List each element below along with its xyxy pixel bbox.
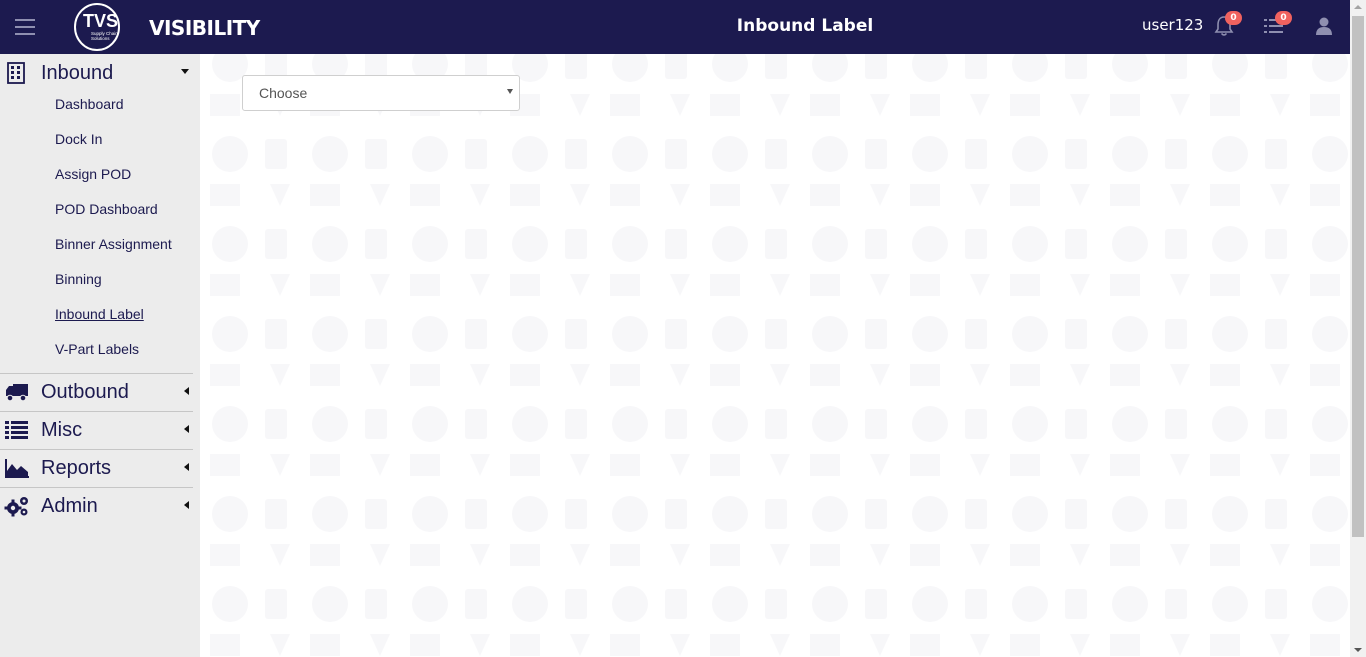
- username[interactable]: user123: [1142, 16, 1203, 34]
- area-chart-icon: [5, 459, 29, 478]
- brand-name: VISIBILITY: [149, 16, 260, 40]
- sidebar-section-misc[interactable]: Misc: [0, 412, 193, 449]
- sidebar-section-label: Misc: [41, 419, 83, 441]
- gears-icon: [4, 497, 28, 517]
- building-icon: [7, 62, 25, 84]
- caret-down-icon: [181, 69, 189, 74]
- sidebar-item-v-part-labels[interactable]: V-Part Labels: [55, 341, 139, 357]
- sidebar-section-label: Outbound: [41, 381, 129, 403]
- sidebar-section-inbound[interactable]: Inbound: [0, 55, 193, 92]
- caret-left-icon: [184, 463, 189, 471]
- main-content: Choose: [200, 54, 1350, 657]
- sidebar-item-binner-assignment[interactable]: Binner Assignment: [55, 236, 172, 252]
- sidebar-section-label: Admin: [41, 495, 98, 517]
- scroll-up-icon[interactable]: [1354, 5, 1362, 9]
- caret-left-icon: [184, 501, 189, 509]
- page-scrollbar[interactable]: [1350, 0, 1366, 657]
- sidebar-item-dock-in[interactable]: Dock In: [55, 131, 102, 147]
- sidebar-item-assign-pod[interactable]: Assign POD: [55, 166, 131, 182]
- user-icon[interactable]: [1315, 16, 1333, 36]
- background-icon-pattern: [200, 54, 1350, 657]
- sidebar-section-reports[interactable]: Reports: [0, 450, 193, 487]
- sidebar-section-label: Inbound: [41, 62, 114, 84]
- list-icon: [5, 421, 28, 439]
- notification-badge: 0: [1225, 11, 1242, 25]
- dropdown-arrow-icon: [507, 89, 513, 94]
- tvs-logo: TVS Supply Chain Solutions: [74, 3, 120, 51]
- sidebar-item-inbound-label[interactable]: Inbound Label: [55, 306, 144, 322]
- sidebar-section-label: Reports: [41, 457, 112, 479]
- scroll-down-icon[interactable]: [1354, 648, 1362, 652]
- page-title: Inbound Label: [736, 16, 874, 36]
- select-value: Choose: [259, 85, 308, 101]
- svg-text:Solutions: Solutions: [91, 36, 110, 41]
- truck-icon: [6, 384, 28, 402]
- caret-left-icon: [184, 387, 189, 395]
- caret-left-icon: [184, 425, 189, 433]
- scrollbar-thumb[interactable]: [1352, 16, 1364, 537]
- label-type-select[interactable]: Choose: [242, 75, 520, 111]
- sidebar: Inbound Dashboard Dock In Assign POD POD…: [0, 54, 200, 657]
- sidebar-item-binning[interactable]: Binning: [55, 271, 102, 287]
- menu-icon[interactable]: [15, 19, 35, 35]
- svg-text:TVS: TVS: [83, 11, 118, 31]
- sidebar-section-outbound[interactable]: Outbound: [0, 374, 193, 411]
- sidebar-item-pod-dashboard[interactable]: POD Dashboard: [55, 201, 158, 217]
- top-navbar: TVS Supply Chain Solutions VISIBILITY In…: [0, 0, 1350, 54]
- tasks-badge: 0: [1275, 11, 1292, 25]
- sidebar-section-admin[interactable]: Admin: [0, 488, 193, 525]
- sidebar-item-dashboard[interactable]: Dashboard: [55, 96, 124, 112]
